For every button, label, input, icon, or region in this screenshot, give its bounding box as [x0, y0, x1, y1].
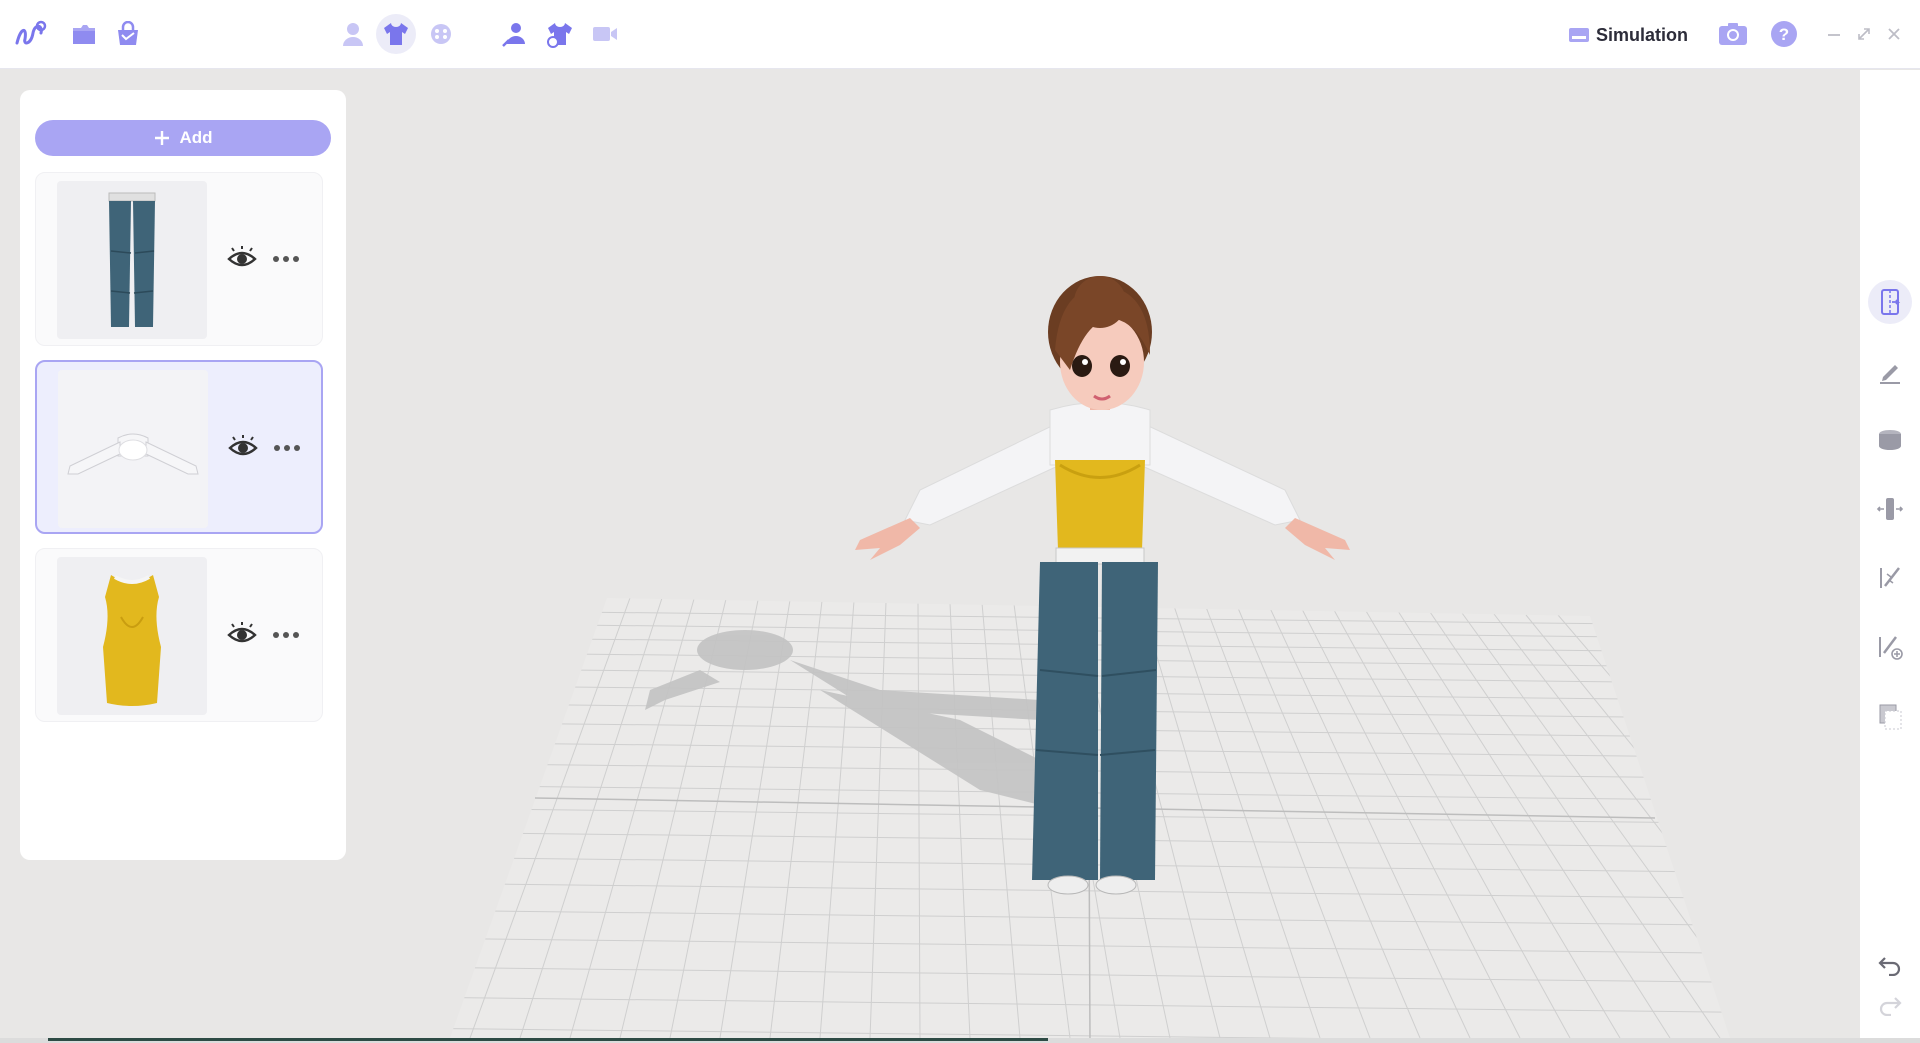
garment-card-cropped-top[interactable]	[35, 360, 323, 534]
garment-thumbnail-tank-top	[57, 557, 207, 715]
garment-card-tank-top[interactable]	[35, 548, 323, 722]
add-sewing-icon[interactable]	[1868, 625, 1912, 669]
add-label: Add	[179, 128, 213, 147]
video-icon[interactable]	[585, 14, 625, 54]
garment-icon[interactable]	[376, 14, 416, 54]
close-icon[interactable]	[1874, 14, 1914, 54]
duplicate-icon[interactable]	[1868, 694, 1912, 738]
garment-card-pants[interactable]	[35, 172, 323, 346]
top-toolbar: Simulation ?	[0, 0, 1920, 69]
right-tool-sidebar	[1860, 70, 1920, 1043]
visibility-eye-icon[interactable]	[226, 245, 258, 273]
simulation-label: Simulation	[1596, 24, 1689, 45]
sewing-icon[interactable]	[1868, 556, 1912, 600]
avatar-edit-icon[interactable]	[495, 14, 535, 54]
simulation-icon	[1569, 28, 1589, 42]
layer-icon[interactable]	[1868, 418, 1912, 462]
status-strip	[0, 1038, 1920, 1043]
garment-thumbnail-cropped-top	[58, 370, 208, 528]
redo-icon[interactable]	[1868, 982, 1912, 1026]
garment-thumbnail-pants	[57, 181, 207, 339]
add-button[interactable]: Add	[35, 120, 331, 156]
garment-fit-icon[interactable]	[540, 14, 580, 54]
more-options-icon[interactable]	[271, 434, 303, 462]
camera-icon[interactable]	[1713, 14, 1753, 54]
shopping-bag-icon[interactable]	[108, 14, 148, 54]
plus-icon	[155, 131, 170, 145]
help-icon[interactable]: ?	[1764, 14, 1804, 54]
garment-list-panel: Add	[20, 90, 346, 860]
visibility-eye-icon[interactable]	[226, 621, 258, 649]
size-adjust-icon[interactable]	[1868, 487, 1912, 531]
visibility-eye-icon[interactable]	[227, 434, 259, 462]
svg-text:?: ?	[1779, 25, 1789, 44]
more-options-icon[interactable]	[270, 621, 302, 649]
clo-logo-icon[interactable]	[10, 14, 50, 54]
undo-icon[interactable]	[1868, 942, 1912, 986]
folder-icon[interactable]	[64, 14, 104, 54]
pattern-arrange-icon[interactable]	[1868, 280, 1912, 324]
fabric-icon[interactable]	[421, 14, 461, 54]
avatar-icon[interactable]	[333, 14, 373, 54]
more-options-icon[interactable]	[270, 245, 302, 273]
edit-pencil-icon[interactable]	[1868, 350, 1912, 394]
simulation-button[interactable]: Simulation	[1568, 20, 1688, 50]
status-strip-segment	[48, 1038, 1048, 1041]
